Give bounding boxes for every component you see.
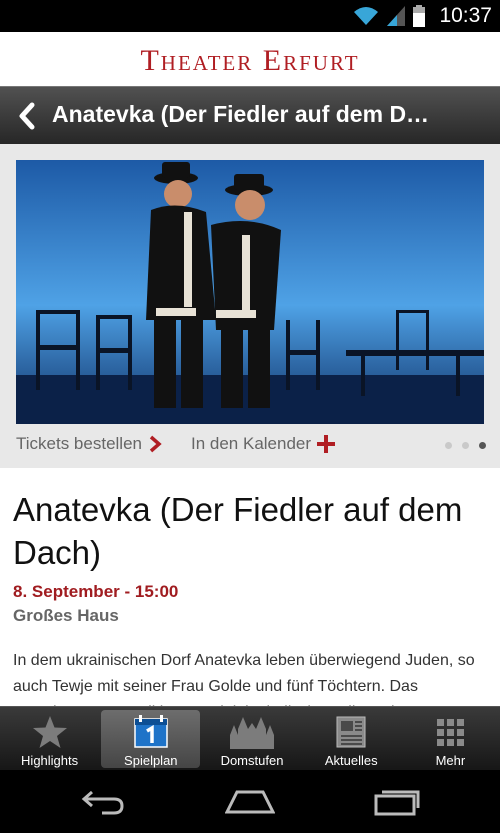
app-logo: Theater Erfurt [0, 32, 500, 86]
recents-icon [374, 790, 420, 816]
tab-highlights[interactable]: Highlights [0, 707, 99, 771]
system-nav-bar [0, 770, 500, 833]
battery-icon [413, 5, 426, 27]
calendar-icon [134, 715, 168, 748]
tab-domstufen[interactable]: Domstufen [202, 707, 301, 771]
cathedral-icon [230, 717, 274, 749]
tab-spielplan[interactable]: Spielplan [101, 710, 201, 768]
carousel-pager[interactable] [445, 442, 486, 449]
event-description: In dem ukrainischen Dorf Anatevka leben … [13, 652, 475, 710]
plus-icon [317, 435, 336, 453]
chevron-left-icon [19, 102, 35, 130]
nav-recents-button[interactable] [372, 786, 422, 816]
signal-icon [387, 6, 406, 26]
chevron-right-icon [149, 435, 162, 453]
event-date: 8. September - 15:00 [13, 582, 179, 601]
newspaper-icon [336, 716, 366, 748]
home-icon [224, 790, 276, 814]
stage-photo-illustration [16, 160, 484, 424]
event-photo [16, 160, 484, 424]
photo-actions: Tickets bestellen In den Kalender [0, 434, 500, 468]
logo-text: Theater Erfurt [140, 44, 360, 77]
status-clock: 10:37 [439, 4, 492, 27]
status-bar: 10:37 [0, 0, 500, 32]
wifi-icon [354, 7, 379, 25]
calendar-label: In den Kalender [191, 434, 312, 453]
tab-label: Spielplan [124, 753, 178, 768]
tickets-button[interactable]: Tickets bestellen [16, 434, 162, 454]
nav-home-button[interactable] [224, 786, 276, 816]
carousel-dot[interactable] [462, 442, 469, 449]
status-icons: 10:37 [353, 0, 492, 32]
nav-back-button[interactable] [78, 786, 128, 816]
star-icon [32, 716, 67, 748]
add-calendar-button[interactable]: In den Kalender [191, 434, 336, 454]
tab-label: Domstufen [220, 753, 284, 768]
page-title: Anatevka (Der Fiedler auf dem D… [52, 101, 430, 127]
tab-label: Highlights [21, 753, 79, 768]
bottom-tab-bar: Highlights Spielplan Domstufen Aktuelles [0, 706, 500, 771]
tab-label: Mehr [435, 753, 466, 768]
tickets-label: Tickets bestellen [16, 434, 142, 453]
event-venue: Großes Haus [13, 606, 119, 625]
title-bar: Anatevka (Der Fiedler auf dem D… [0, 86, 500, 145]
back-button[interactable] [12, 99, 42, 133]
back-arrow-icon [81, 790, 124, 815]
tab-aktuelles[interactable]: Aktuelles [302, 707, 401, 771]
tab-label: Aktuelles [324, 753, 378, 768]
carousel-dot-active[interactable] [479, 442, 486, 449]
grid-icon [437, 719, 465, 746]
event-title: Anatevka (Der Fiedler auf dem Dach) [13, 491, 463, 571]
image-carousel[interactable]: Tickets bestellen In den Kalender [0, 144, 500, 468]
event-details: Anatevka (Der Fiedler auf dem Dach) 8. S… [13, 488, 489, 710]
tab-mehr[interactable]: Mehr [401, 707, 500, 771]
carousel-dot[interactable] [445, 442, 452, 449]
